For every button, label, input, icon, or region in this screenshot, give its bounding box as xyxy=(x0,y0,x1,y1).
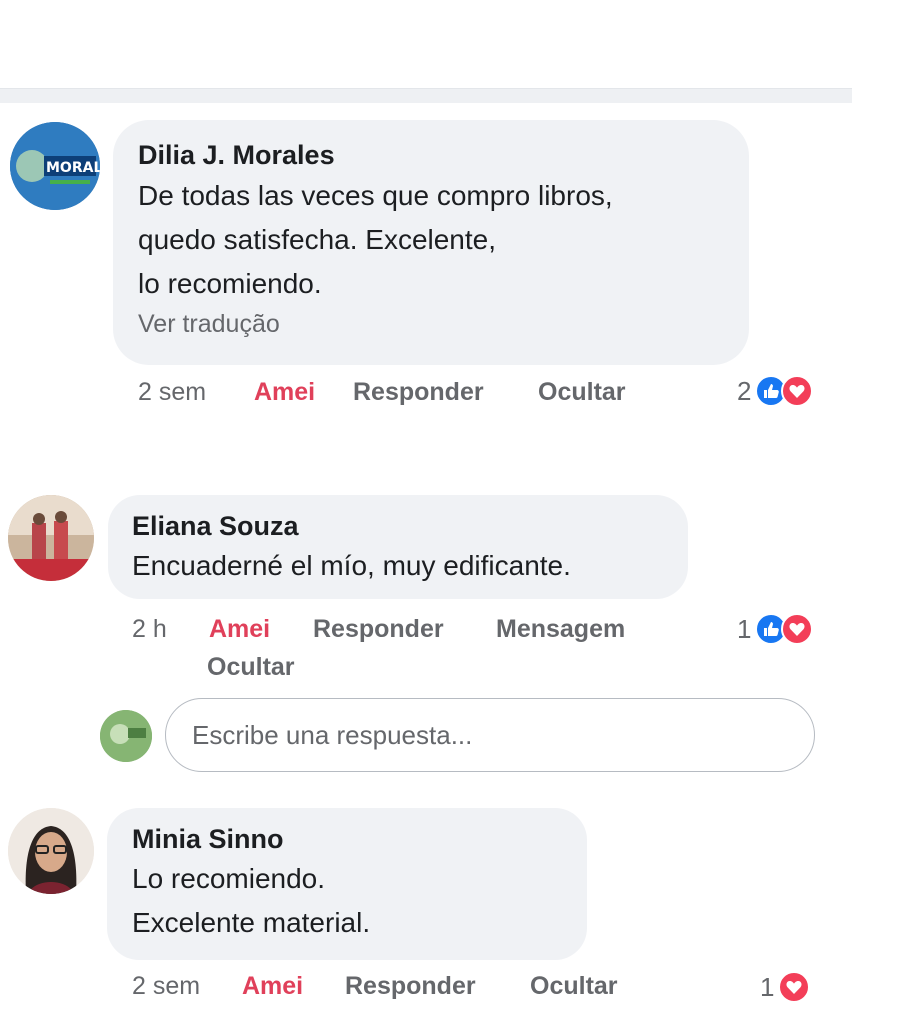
avatar-minia[interactable] xyxy=(8,808,94,894)
love-button[interactable]: Amei xyxy=(209,615,270,644)
comment-text-line: quedo satisfecha. Excelente, xyxy=(138,224,497,255)
love-icon xyxy=(778,971,811,1003)
avatar-current-user xyxy=(100,710,152,762)
reaction-summary[interactable]: 1 xyxy=(760,971,811,1003)
comment-author[interactable]: Eliana Souza xyxy=(132,511,688,542)
love-icon xyxy=(781,375,814,407)
avatar-eliana[interactable] xyxy=(8,495,94,581)
comment-timestamp[interactable]: 2 sem xyxy=(132,972,200,1001)
reply-button[interactable]: Responder xyxy=(353,378,484,407)
reaction-summary[interactable]: 1 xyxy=(737,613,814,645)
comment-bubble: Minia Sinno Lo recomiendo. Excelente mat… xyxy=(107,808,587,960)
hide-button[interactable]: Ocultar xyxy=(207,653,295,682)
reply-button[interactable]: Responder xyxy=(345,972,476,1001)
reaction-count: 1 xyxy=(737,613,752,644)
svg-text:MORALES: MORALES xyxy=(46,160,100,176)
hide-button[interactable]: Ocultar xyxy=(538,378,626,407)
comment-text-line: lo recomiendo. xyxy=(138,268,322,299)
hide-button[interactable]: Ocultar xyxy=(530,972,618,1001)
reply-button[interactable]: Responder xyxy=(313,615,444,644)
see-translation-link[interactable]: Ver tradução xyxy=(138,310,749,339)
reaction-summary[interactable]: 2 xyxy=(737,375,814,407)
reply-input[interactable]: Escribe una respuesta... xyxy=(165,698,815,772)
comment-text-line: Encuaderné el mío, muy edificante. xyxy=(132,550,571,581)
comment-text-line: De todas las veces que compro libros, xyxy=(138,180,613,211)
reply-input-placeholder: Escribe una respuesta... xyxy=(192,719,473,750)
comment-timestamp[interactable]: 2 sem xyxy=(138,378,206,407)
avatar-dilia[interactable]: MORALES xyxy=(10,122,100,210)
section-divider xyxy=(0,88,852,103)
love-button[interactable]: Amei xyxy=(242,972,303,1001)
comment-author[interactable]: Minia Sinno xyxy=(132,824,587,855)
comment-text-line: Excelente material. xyxy=(132,907,371,938)
message-button[interactable]: Mensagem xyxy=(496,615,625,644)
comment-text-line: Lo recomiendo. xyxy=(132,863,326,894)
love-button[interactable]: Amei xyxy=(254,378,315,407)
love-icon xyxy=(781,613,814,645)
comment-bubble: Eliana Souza Encuaderné el mío, muy edif… xyxy=(108,495,688,599)
comment-bubble: Dilia J. Morales De todas las veces que … xyxy=(113,120,749,365)
comment-timestamp[interactable]: 2 h xyxy=(132,615,167,644)
comment-author[interactable]: Dilia J. Morales xyxy=(138,140,749,171)
reaction-count: 1 xyxy=(760,971,775,1002)
reaction-count: 2 xyxy=(737,375,752,406)
